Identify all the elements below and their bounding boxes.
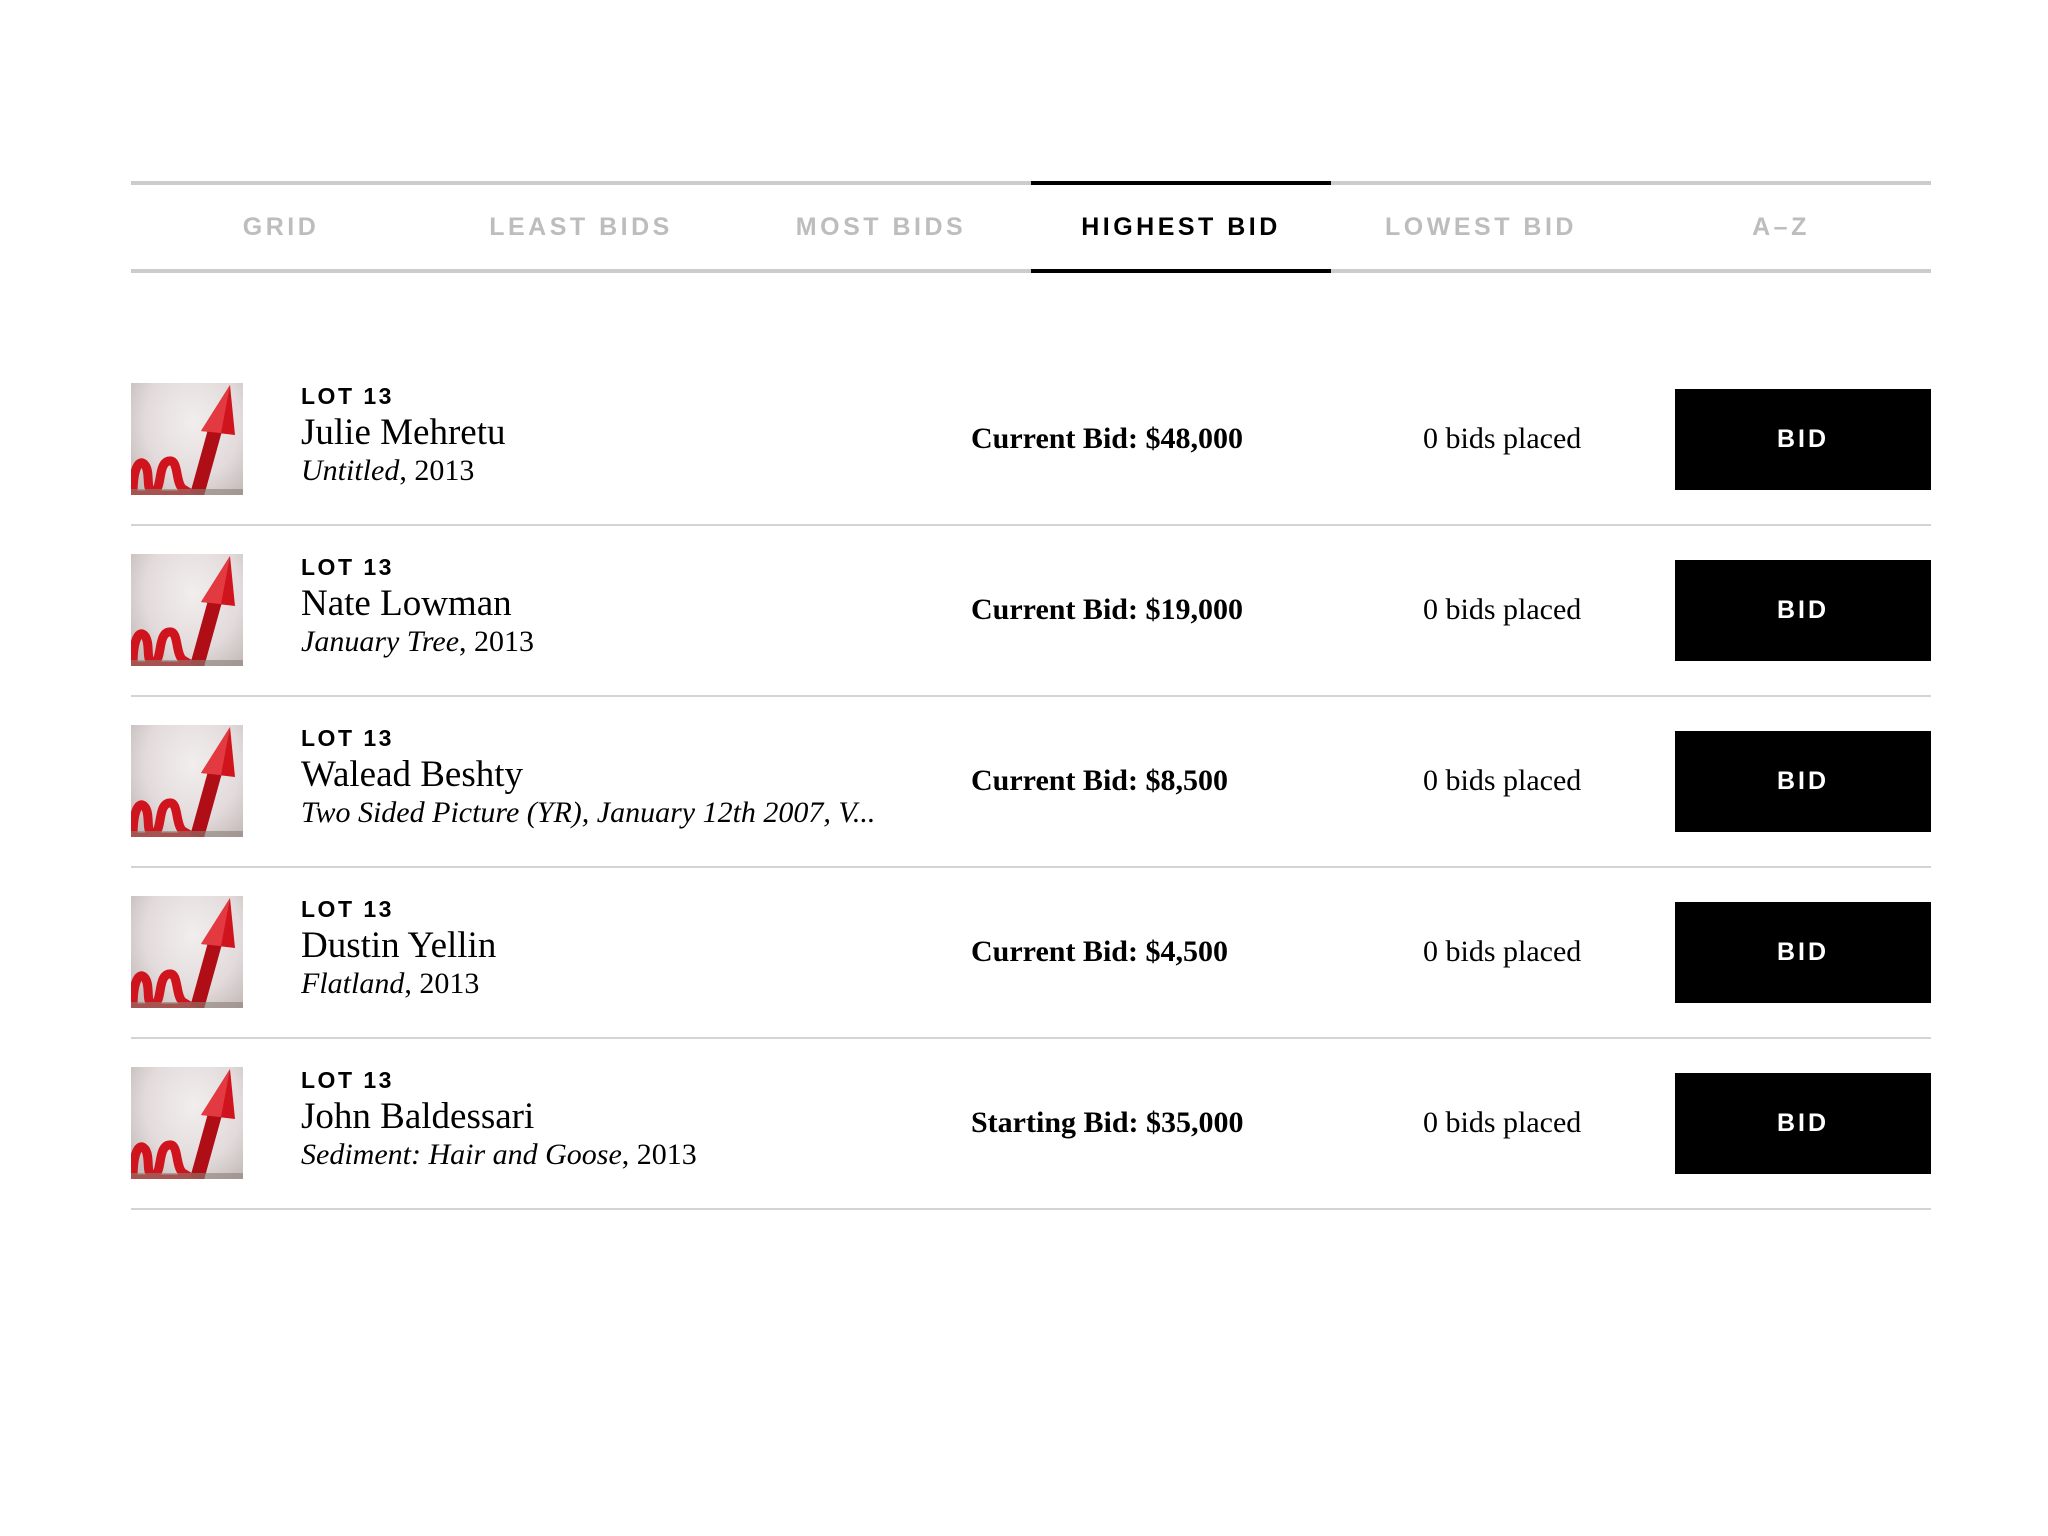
lot-thumbnail[interactable] (131, 383, 243, 495)
red-arrow-icon (131, 898, 243, 1008)
red-arrow-icon (131, 556, 243, 666)
bid-amount: Starting Bid: $35,000 (971, 1106, 1244, 1139)
work-title: January Tree, 2013 (301, 625, 901, 659)
work-title-text: January Tree (301, 625, 460, 658)
lot-thumbnail[interactable] (131, 896, 243, 1008)
artist-name[interactable]: Nate Lowman (301, 583, 941, 625)
bids-placed-count: 0 bids placed (1423, 1106, 1582, 1139)
lot-number: LOT 13 (301, 383, 394, 409)
work-title: Two Sided Picture (YR), January 12th 200… (301, 796, 901, 830)
bid-button[interactable]: BID (1675, 1073, 1931, 1174)
lot-info: LOT 13 John Baldessari Sediment: Hair an… (301, 1066, 941, 1172)
lot-row: LOT 13 Walead Beshty Two Sided Picture (… (131, 697, 1931, 868)
tab-most-bids[interactable]: MOST BIDS (731, 185, 1031, 269)
work-title-text: Untitled (301, 454, 400, 487)
work-year: , 2013 (404, 967, 480, 1000)
lot-number: LOT 13 (301, 1067, 394, 1093)
lot-row: LOT 13 Julie Mehretu Untitled, 2013 Curr… (131, 355, 1931, 526)
lot-number: LOT 13 (301, 896, 394, 922)
lot-info: LOT 13 Dustin Yellin Flatland, 2013 (301, 895, 941, 1001)
lot-row: LOT 13 Dustin Yellin Flatland, 2013 Curr… (131, 868, 1931, 1039)
lot-row: LOT 13 John Baldessari Sediment: Hair an… (131, 1039, 1931, 1210)
tab-lowest-bid[interactable]: LOWEST BID (1331, 185, 1631, 269)
bid-amount: Current Bid: $19,000 (971, 593, 1243, 626)
work-title-text: Sediment: Hair and Goose (301, 1138, 622, 1171)
bid-button[interactable]: BID (1675, 389, 1931, 490)
lot-info: LOT 13 Julie Mehretu Untitled, 2013 (301, 382, 941, 488)
lot-info: LOT 13 Walead Beshty Two Sided Picture (… (301, 724, 941, 830)
artist-name[interactable]: John Baldessari (301, 1096, 941, 1138)
red-arrow-icon (131, 727, 243, 837)
lot-thumbnail[interactable] (131, 1067, 243, 1179)
lot-number: LOT 13 (301, 725, 394, 751)
work-year: , 2013 (399, 454, 475, 487)
bid-amount: Current Bid: $48,000 (971, 422, 1243, 455)
bids-placed-count: 0 bids placed (1423, 593, 1582, 626)
tab-least-bids[interactable]: LEAST BIDS (431, 185, 731, 269)
sort-tabs: GRID LEAST BIDS MOST BIDS HIGHEST BID LO… (131, 181, 1931, 273)
lot-number: LOT 13 (301, 554, 394, 580)
lot-info: LOT 13 Nate Lowman January Tree, 2013 (301, 553, 941, 659)
bid-button[interactable]: BID (1675, 902, 1931, 1003)
red-arrow-icon (131, 1069, 243, 1179)
artist-name[interactable]: Julie Mehretu (301, 412, 941, 454)
bid-button[interactable]: BID (1675, 560, 1931, 661)
work-year: , 2013 (459, 625, 535, 658)
lot-thumbnail[interactable] (131, 554, 243, 666)
bid-amount: Current Bid: $8,500 (971, 764, 1228, 797)
lot-thumbnail[interactable] (131, 725, 243, 837)
bids-placed-count: 0 bids placed (1423, 422, 1582, 455)
artist-name[interactable]: Walead Beshty (301, 754, 941, 796)
work-year: , 2013 (621, 1138, 697, 1171)
lot-row: LOT 13 Nate Lowman January Tree, 2013 Cu… (131, 526, 1931, 697)
lot-list: LOT 13 Julie Mehretu Untitled, 2013 Curr… (131, 355, 1931, 1210)
artist-name[interactable]: Dustin Yellin (301, 925, 941, 967)
red-arrow-icon (131, 385, 243, 495)
bids-placed-count: 0 bids placed (1423, 935, 1582, 968)
tab-grid[interactable]: GRID (131, 185, 431, 269)
bids-placed-count: 0 bids placed (1423, 764, 1582, 797)
work-title: Sediment: Hair and Goose, 2013 (301, 1138, 901, 1172)
work-title-text: Flatland (301, 967, 405, 1000)
work-title: Flatland, 2013 (301, 967, 901, 1001)
bid-amount: Current Bid: $4,500 (971, 935, 1228, 968)
bid-button[interactable]: BID (1675, 731, 1931, 832)
tab-highest-bid[interactable]: HIGHEST BID (1031, 181, 1331, 273)
work-title-text: Two Sided Picture (YR), January 12th 200… (301, 796, 876, 829)
work-title: Untitled, 2013 (301, 454, 901, 488)
tab-a-z[interactable]: A–Z (1631, 185, 1931, 269)
